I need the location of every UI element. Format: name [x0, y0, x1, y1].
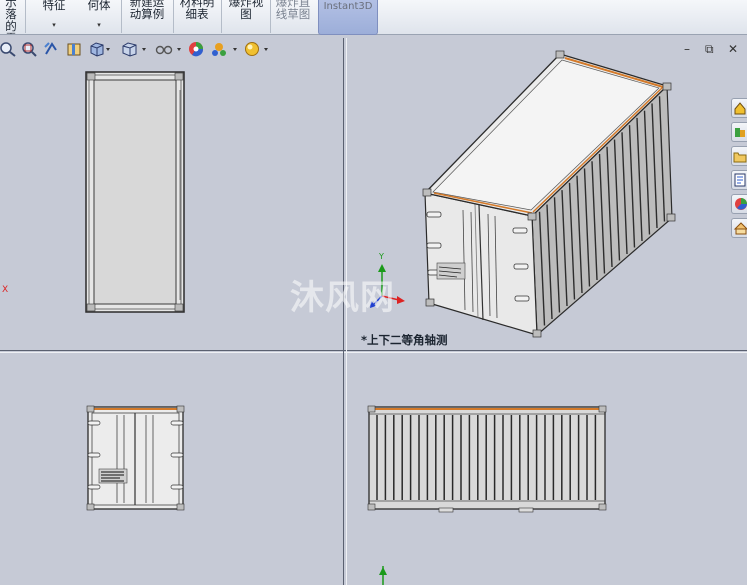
file-explorer-tab[interactable] [731, 146, 747, 166]
apply-scene-icon[interactable] [211, 41, 241, 57]
appearances-scenes-icon [735, 198, 747, 210]
view-orientation-icon[interactable] [89, 41, 111, 57]
file-explorer-icon [733, 152, 747, 163]
explode-line-sketch-button[interactable]: 爆炸直 线草图 [272, 0, 314, 34]
design-library-icon [735, 128, 745, 137]
appearances-scenes-tab[interactable] [731, 194, 747, 214]
button-label: 动算例 [129, 7, 165, 21]
assembly-features-button[interactable]: 特征 ▾ [33, 0, 75, 34]
button-label: 线草图 [275, 7, 311, 21]
viewport-splitter-horizontal[interactable] [0, 350, 747, 351]
hide-show-items-icon[interactable] [155, 41, 183, 57]
ribbon-separator [25, 0, 26, 33]
viewport-top-right-isometric[interactable] [347, 38, 729, 350]
zoom-to-fit-icon[interactable] [0, 41, 16, 57]
button-label: 何体 [87, 0, 111, 12]
viewport-bottom-left[interactable] [0, 353, 343, 585]
new-motion-study-button[interactable]: 新建运 动算例 [124, 0, 170, 34]
design-library-tab[interactable] [731, 122, 747, 142]
zoom-to-area-icon[interactable] [21, 41, 37, 57]
show-hidden-components-button[interactable]: 示落 的零 部件 [0, 0, 22, 34]
button-label: Instant3D [323, 1, 373, 12]
ribbon-separator [221, 0, 222, 33]
button-label: 特征 [42, 0, 66, 12]
close-button[interactable]: ✕ [728, 42, 738, 56]
view-settings-icon[interactable] [244, 41, 272, 57]
custom-properties-tab[interactable] [731, 218, 747, 238]
axis-x-label: X [2, 285, 9, 295]
view-palette-icon [734, 173, 746, 187]
viewport-bottom-right[interactable] [347, 353, 747, 585]
ribbon-separator [121, 0, 122, 33]
instant3d-button[interactable]: Instant3D [318, 0, 378, 35]
section-view-icon[interactable] [66, 41, 82, 57]
display-style-icon[interactable] [121, 41, 149, 57]
chevron-down-icon[interactable]: ▾ [33, 19, 75, 31]
ribbon-separator [270, 0, 271, 33]
watermark: 沐风网 [290, 278, 395, 318]
button-label: 图 [240, 7, 252, 21]
edit-appearance-icon[interactable] [188, 41, 206, 57]
exploded-view-button[interactable]: 爆炸视 图 [224, 0, 268, 34]
button-label: 细表 [185, 7, 209, 21]
axis-y-label: Y [379, 252, 384, 261]
solidworks-resources-tab[interactable] [731, 98, 747, 118]
previous-view-icon[interactable] [43, 41, 59, 57]
view-orientation-label: *上下二等角轴测 [361, 333, 448, 347]
command-manager-ribbon: 示落 的零 部件 特征 ▾ 何体 ▾ 新建运 动算例 材料明 细表 爆炸视 图 … [0, 0, 747, 35]
ribbon-separator [173, 0, 174, 33]
chevron-down-icon[interactable]: ▾ [82, 19, 116, 31]
button-label: 的零 [5, 19, 17, 34]
button-label: 示落 [5, 0, 17, 21]
custom-properties-icon [733, 222, 747, 235]
solidworks-resources-icon [734, 102, 746, 115]
bill-of-materials-button[interactable]: 材料明 细表 [176, 0, 218, 34]
reference-geometry-button[interactable]: 何体 ▾ [82, 0, 116, 34]
view-palette-tab[interactable] [731, 170, 747, 190]
